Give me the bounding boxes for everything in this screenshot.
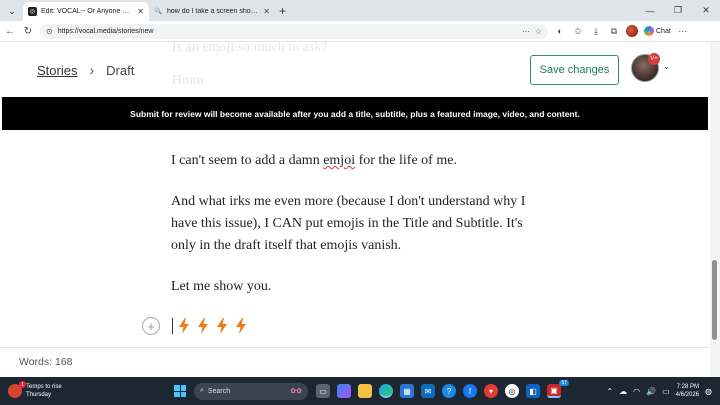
edge-browser-icon[interactable] bbox=[379, 384, 393, 398]
paragraph-2: And what irks me even more (because I do… bbox=[171, 194, 526, 253]
restore-icon[interactable]: ❐ bbox=[664, 5, 692, 16]
back-icon[interactable]: ← bbox=[2, 26, 18, 37]
lightning-bolt-icon bbox=[179, 318, 189, 334]
copilot-app-icon[interactable] bbox=[337, 384, 351, 398]
clock-date: 4/6/2026 bbox=[675, 392, 700, 398]
tab-vocal-edit[interactable]: ◎ Edit: VOCAL-- Or Anyone Else, HE ✕ bbox=[23, 2, 149, 21]
site-info-icon[interactable]: ⊙ bbox=[46, 27, 53, 36]
taskbar-apps: ▭ ▦ ✉ ? f ▾ ◎ ◧ ▣ 57 bbox=[316, 380, 569, 398]
word-count: Words: 168 bbox=[19, 356, 73, 368]
browser-toolbar: ◐ ✩ ⤓ ⧉ Chat ⋯ bbox=[554, 25, 689, 37]
search-icon: ⌕ bbox=[200, 387, 204, 394]
paragraph-1: I can't seem to add a damn emjoi for the… bbox=[171, 150, 541, 172]
task-view-icon[interactable]: ▭ bbox=[316, 384, 330, 398]
ghost-subtitle-text: Hmm bbox=[172, 73, 204, 88]
app-ring-icon[interactable]: ◎ bbox=[505, 384, 519, 398]
breadcrumb-stories-link[interactable]: Stories bbox=[37, 63, 77, 78]
clock-time: 7:28 PM bbox=[676, 384, 700, 390]
minimize-icon[interactable]: — bbox=[636, 6, 664, 16]
search-placeholder: Search bbox=[207, 387, 231, 395]
lightning-bolt-icon bbox=[198, 318, 208, 334]
search-highlight-icon: ✿✿ bbox=[290, 388, 302, 395]
close-tab-icon[interactable]: ✕ bbox=[263, 7, 270, 16]
collections-icon[interactable]: ⧉ bbox=[608, 26, 620, 37]
chevron-right-icon: › bbox=[89, 62, 95, 78]
weather-widget[interactable]: 1 Temps to rise Thursday bbox=[8, 381, 158, 399]
facebook-icon[interactable]: f bbox=[463, 384, 477, 398]
store-icon[interactable]: ▦ bbox=[400, 384, 414, 398]
search-icon: 🔍 bbox=[154, 9, 163, 15]
notifications-icon[interactable]: ◍ bbox=[705, 387, 712, 396]
browser-menu-icon[interactable]: ⋯ bbox=[677, 26, 689, 37]
mail-icon[interactable]: ✉ bbox=[421, 384, 435, 398]
browser-tab-strip: ⌄ ◎ Edit: VOCAL-- Or Anyone Else, HE ✕ 🔍… bbox=[0, 0, 720, 21]
add-block-button[interactable]: + bbox=[142, 317, 160, 335]
avatar-badge: V+ bbox=[648, 53, 660, 65]
url-text: https://vocal.media/stories/new bbox=[57, 27, 154, 35]
vocal-icon: ◎ bbox=[28, 7, 37, 16]
close-tab-icon[interactable]: ✕ bbox=[137, 7, 144, 16]
taskbar-search[interactable]: ⌕ Search ✿✿ bbox=[194, 382, 308, 400]
refresh-icon[interactable]: ↻ bbox=[20, 26, 36, 37]
weather-badge: 1 bbox=[19, 381, 26, 388]
chat-label: Chat bbox=[656, 27, 671, 35]
address-bar-row: ← ↻ ⊙ https://vocal.media/stories/new ⋯ … bbox=[0, 21, 720, 42]
system-tray: ⌃ ☁ ◠ 🔊 ▭ 7:28 PM 4/6/2026 ◍ bbox=[606, 383, 712, 399]
media-app-icon[interactable]: ▣ 57 bbox=[547, 380, 569, 398]
weather-title: Temps to rise bbox=[26, 384, 62, 390]
profile-avatar-icon[interactable] bbox=[626, 25, 638, 37]
p1-text-before: I can't seem to add a damn bbox=[171, 153, 324, 168]
chevron-down-icon[interactable]: ⌄ bbox=[663, 62, 670, 71]
tab-actions-menu-icon[interactable]: ⌄ bbox=[3, 3, 21, 19]
tab-search[interactable]: 🔍 how do I take a screen shot on my ✕ bbox=[149, 2, 275, 21]
save-changes-button[interactable]: Save changes bbox=[530, 55, 619, 85]
windows-taskbar: 1 Temps to rise Thursday ⌕ Search ✿✿ ▭ ▦… bbox=[0, 377, 720, 405]
breadcrumb: Stories › Draft bbox=[37, 62, 134, 78]
outlook-icon[interactable]: ◧ bbox=[526, 384, 540, 398]
app-red-icon[interactable]: ▾ bbox=[484, 384, 498, 398]
submit-review-banner: Submit for review will become available … bbox=[2, 97, 708, 130]
scrollbar-thumb[interactable] bbox=[712, 260, 717, 340]
favorites-icon[interactable]: ✩ bbox=[572, 26, 584, 37]
window-controls: — ❐ ✕ bbox=[636, 0, 720, 21]
text-cursor bbox=[172, 318, 173, 334]
app-badge: 57 bbox=[559, 380, 569, 386]
weather-icon: 1 bbox=[8, 381, 26, 398]
address-bar[interactable]: ⊙ https://vocal.media/stories/new ⋯ ☆ bbox=[40, 23, 548, 39]
copilot-chat-button[interactable]: Chat bbox=[644, 26, 671, 36]
tray-chevron-icon[interactable]: ⌃ bbox=[606, 387, 613, 396]
tab-title: how do I take a screen shot on my bbox=[167, 8, 259, 15]
emoji-row: + bbox=[142, 317, 253, 335]
tab-title: Edit: VOCAL-- Or Anyone Else, HE bbox=[41, 8, 133, 15]
browser-essentials-icon[interactable]: ◐ bbox=[554, 26, 566, 36]
favorite-star-icon[interactable]: ☆ bbox=[535, 27, 542, 36]
story-body[interactable]: I can't seem to add a damn emjoi for the… bbox=[171, 150, 541, 317]
paragraph-3: Let me show you. bbox=[171, 279, 272, 294]
clock[interactable]: 7:28 PM 4/6/2026 bbox=[676, 383, 699, 399]
p1-text-after: for the life of me. bbox=[355, 153, 457, 168]
wifi-icon[interactable]: ◠ bbox=[633, 387, 640, 396]
weather-text: Temps to rise Thursday bbox=[26, 383, 62, 399]
network-cloud-icon[interactable]: ☁ bbox=[619, 387, 627, 396]
footer-divider bbox=[0, 347, 710, 348]
windows-start-icon[interactable] bbox=[174, 385, 186, 397]
battery-icon[interactable]: ▭ bbox=[662, 387, 670, 396]
lightning-bolt-icon bbox=[217, 318, 227, 334]
more-options-icon[interactable]: ⋯ bbox=[522, 27, 530, 36]
weather-sub: Thursday bbox=[26, 392, 52, 398]
close-window-icon[interactable]: ✕ bbox=[692, 5, 720, 16]
new-tab-button[interactable]: + bbox=[279, 4, 286, 18]
breadcrumb-current: Draft bbox=[106, 62, 135, 78]
volume-icon[interactable]: 🔊 bbox=[646, 387, 656, 396]
editor-page: Is an emoji so much to ask? Hmm Stories … bbox=[0, 42, 710, 377]
copilot-icon bbox=[644, 26, 654, 36]
ghost-title-text: Is an emoji so much to ask? bbox=[172, 42, 328, 55]
lightning-bolt-icon bbox=[236, 318, 246, 334]
page-scrollbar[interactable] bbox=[710, 42, 720, 377]
file-explorer-icon[interactable] bbox=[358, 384, 372, 398]
help-icon[interactable]: ? bbox=[442, 384, 456, 398]
download-icon[interactable]: ⤓ bbox=[590, 26, 602, 37]
misspelled-word: emjoi bbox=[323, 153, 356, 168]
